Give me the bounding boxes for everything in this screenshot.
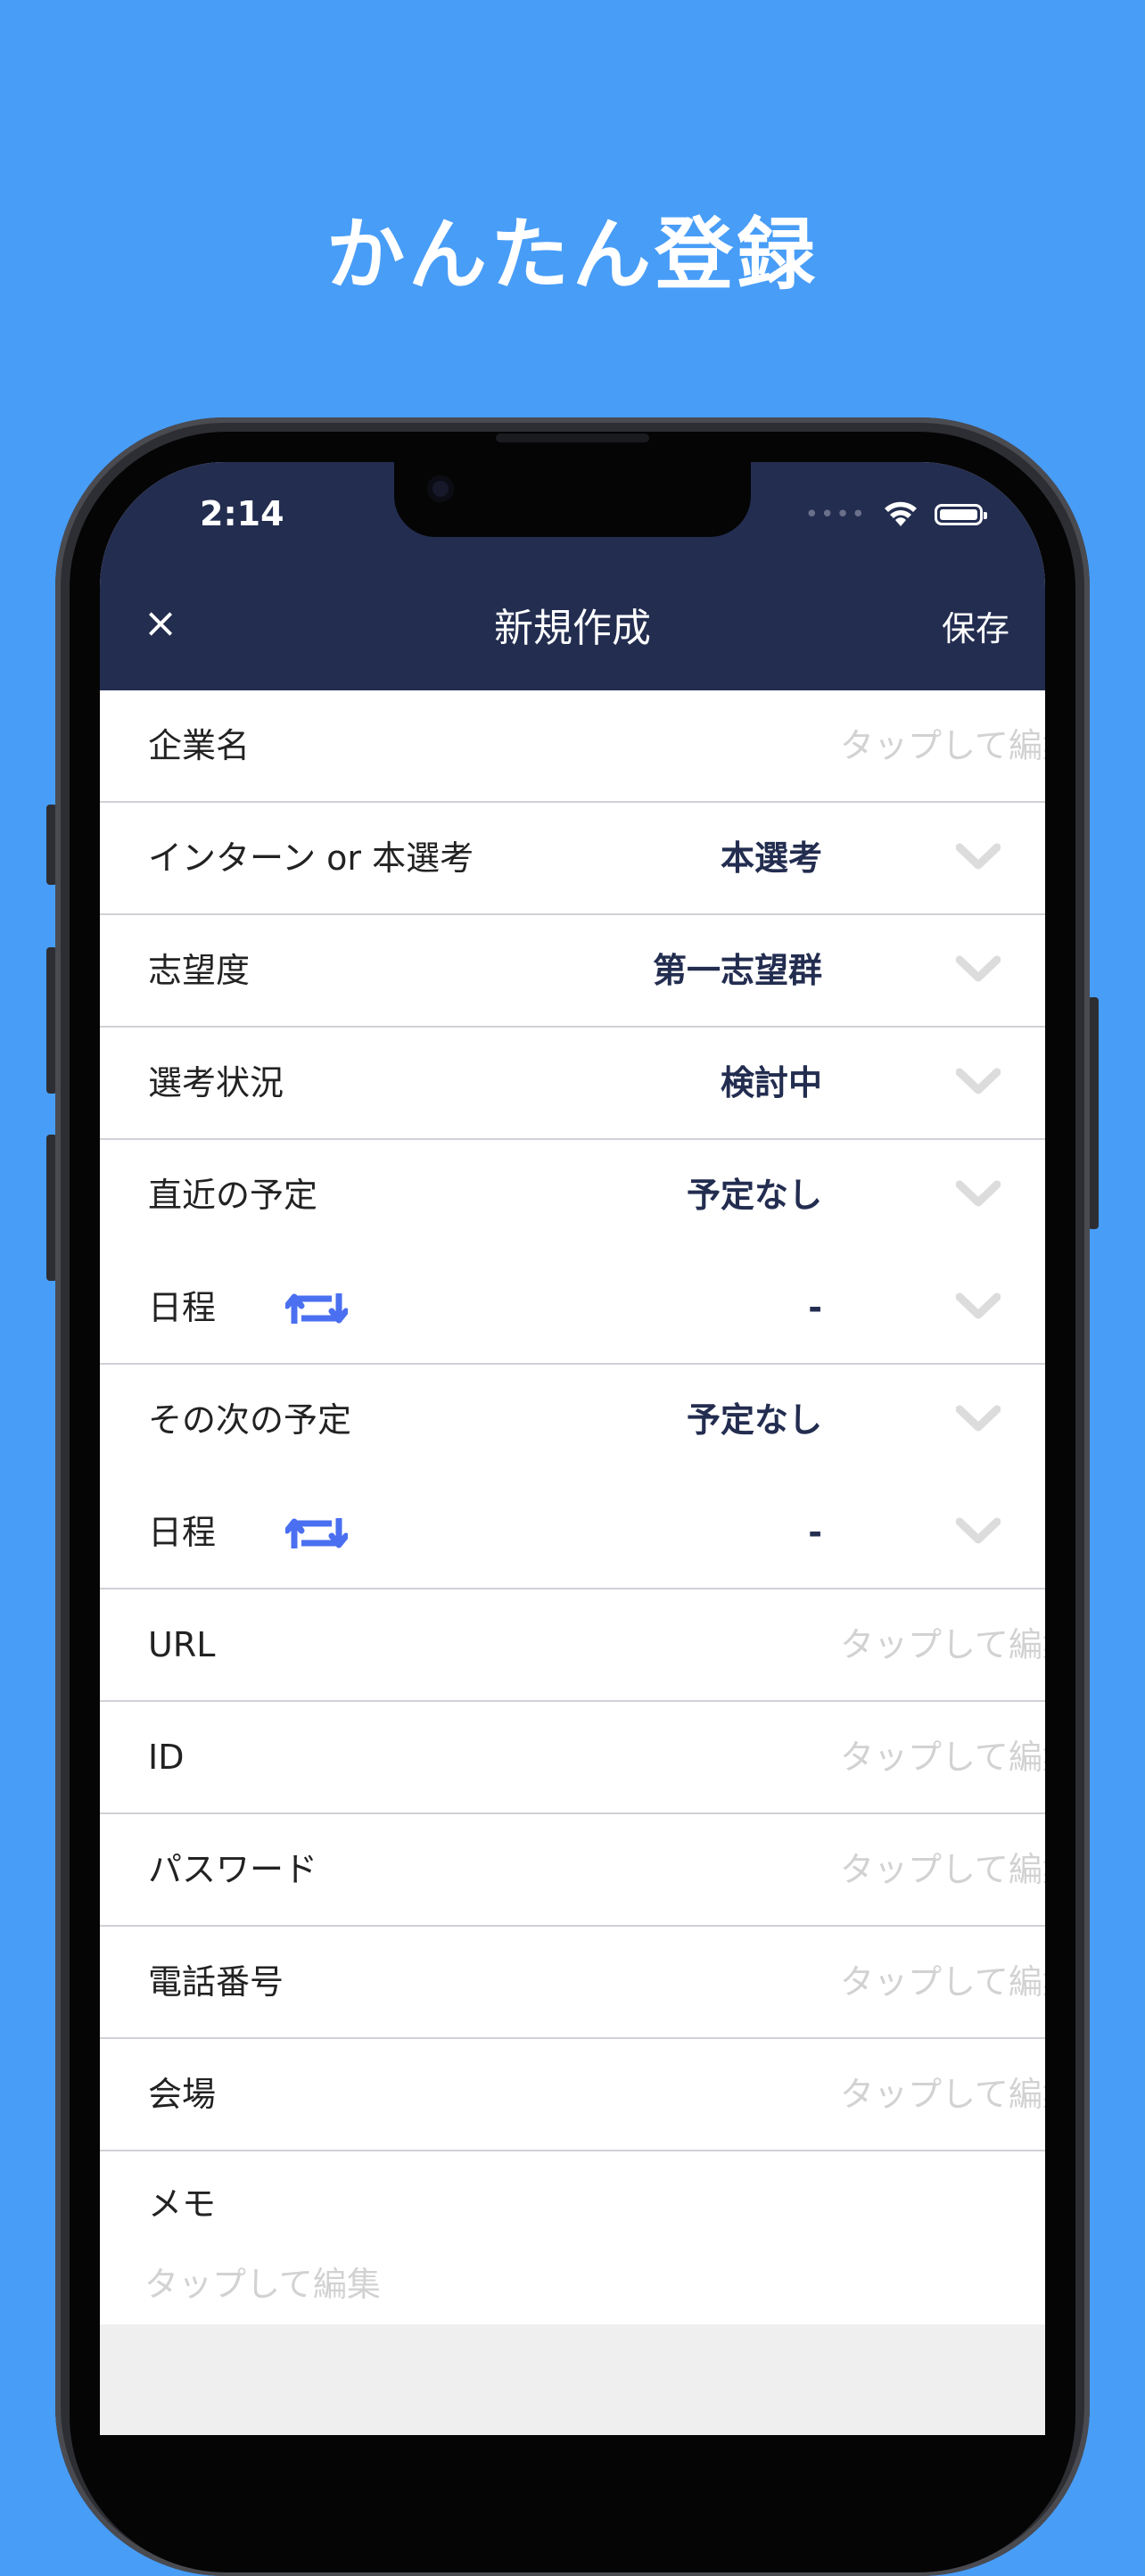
phone-number-input[interactable]: タップして編集 [840, 1927, 1045, 2037]
battery-icon [935, 504, 987, 525]
cellular-signal-icon: •••• [804, 501, 867, 528]
chevron-down-icon[interactable] [956, 842, 1001, 871]
company-name-input[interactable]: タップして編集 [840, 690, 1045, 801]
following-event-label: その次の予定 [148, 1400, 352, 1440]
selection-status-value[interactable]: 検討中 [721, 1028, 822, 1138]
chevron-down-icon[interactable] [956, 1292, 1001, 1320]
url-row[interactable]: URL タップして編集 [100, 1589, 1045, 1702]
chevron-down-icon[interactable] [956, 1516, 1001, 1545]
navigation-bar: 2:14 •••• × 新規作成 保存 [100, 462, 1045, 690]
chevron-down-icon[interactable] [956, 954, 1001, 983]
preference-value[interactable]: 第一志望群 [653, 915, 822, 1026]
chevron-down-icon[interactable] [956, 1179, 1001, 1208]
venue-row[interactable]: 会場 タップして編集 [100, 2039, 1045, 2151]
following-date-label: 日程 [148, 1513, 217, 1552]
registration-form: 企業名 タップして編集 インターン or 本選考 本選考 志望度 第一志望群 選… [100, 690, 1045, 2324]
company-name-row[interactable]: 企業名 タップして編集 [100, 690, 1045, 803]
selection-type-value[interactable]: 本選考 [721, 803, 822, 913]
phone-speaker [496, 433, 649, 442]
company-name-label: 企業名 [148, 726, 251, 765]
selection-type-label: インターン or 本選考 [148, 838, 474, 878]
repeat-icon[interactable] [285, 1513, 348, 1554]
chevron-down-icon[interactable] [956, 1067, 1001, 1095]
memo-label: メモ [148, 2184, 217, 2224]
camera-icon [427, 475, 454, 502]
next-date-value[interactable]: - [808, 1252, 822, 1363]
following-event-value[interactable]: 予定なし [687, 1365, 822, 1475]
phone-number-label: 電話番号 [148, 1962, 284, 2002]
id-row[interactable]: ID タップして編集 [100, 1702, 1045, 1814]
password-row[interactable]: パスワード タップして編集 [100, 1814, 1045, 1927]
following-event-row[interactable]: その次の予定 予定なし [100, 1365, 1045, 1477]
app-screen: 2:14 •••• × 新規作成 保存 企業名 タップして編集 インターン or… [100, 462, 1045, 2435]
preference-label: 志望度 [148, 951, 251, 990]
selection-type-row[interactable]: インターン or 本選考 本選考 [100, 803, 1045, 915]
next-date-row[interactable]: 日程 - [100, 1252, 1045, 1365]
url-label: URL [148, 1625, 216, 1664]
password-input[interactable]: タップして編集 [840, 1814, 1045, 1925]
id-label: ID [148, 1738, 185, 1777]
next-event-row[interactable]: 直近の予定 予定なし [100, 1140, 1045, 1252]
venue-label: 会場 [148, 2075, 217, 2114]
following-date-value[interactable]: - [808, 1477, 822, 1588]
memo-textarea[interactable]: タップして編集 [144, 2257, 381, 2306]
password-label: パスワード [148, 1850, 318, 1889]
venue-input[interactable]: タップして編集 [840, 2039, 1045, 2150]
next-event-value[interactable]: 予定なし [687, 1140, 822, 1251]
status-icons: •••• [804, 501, 987, 528]
selection-status-row[interactable]: 選考状況 検討中 [100, 1028, 1045, 1140]
following-date-row[interactable]: 日程 - [100, 1477, 1045, 1589]
next-date-label: 日程 [148, 1288, 217, 1327]
preference-row[interactable]: 志望度 第一志望群 [100, 915, 1045, 1028]
repeat-icon[interactable] [285, 1288, 348, 1329]
chevron-down-icon[interactable] [956, 1404, 1001, 1432]
status-time: 2:14 [200, 494, 284, 533]
save-button[interactable]: 保存 [942, 601, 1009, 650]
page-title: 新規作成 [494, 606, 651, 651]
selection-status-label: 選考状況 [148, 1063, 284, 1102]
id-input[interactable]: タップして編集 [840, 1702, 1045, 1812]
promo-headline: かんたん登録 [325, 209, 819, 301]
phone-number-row[interactable]: 電話番号 タップして編集 [100, 1927, 1045, 2039]
memo-row[interactable]: メモ タップして編集 [100, 2151, 1045, 2324]
url-input[interactable]: タップして編集 [840, 1589, 1045, 1700]
next-event-label: 直近の予定 [148, 1176, 318, 1215]
wifi-icon [885, 501, 917, 526]
